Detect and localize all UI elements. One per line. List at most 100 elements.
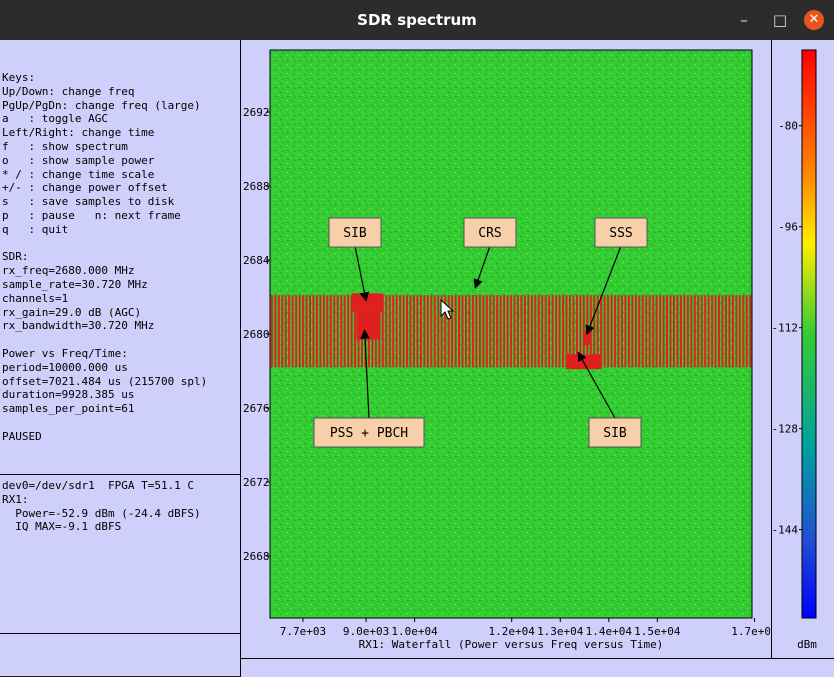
close-icon[interactable]: ✕ — [804, 10, 824, 30]
crs-stripe — [302, 295, 305, 368]
waterfall-panel: 2692 2688 2684 2680 2676 2672 2668 7.7e+03 9.0e+… — [241, 40, 778, 658]
crs-stripe — [662, 295, 665, 368]
crs-stripe — [412, 295, 415, 368]
crs-stripe — [724, 295, 727, 368]
y-tick-label: 2680 — [243, 328, 270, 341]
crs-stripe — [544, 295, 547, 368]
crs-stripe — [430, 295, 433, 368]
crs-stripe — [530, 295, 533, 368]
crs-stripe — [731, 295, 734, 368]
crs-stripe — [322, 295, 325, 368]
crs-stripe — [631, 295, 634, 368]
x-tick-label: 1.5e+04 — [634, 625, 681, 638]
colorbar-tick-label: -144 — [772, 524, 798, 537]
colorbar-panel: -80 -96 -112 -128 -144 dBm — [771, 40, 834, 658]
crs-stripe — [523, 295, 526, 368]
crs-stripe — [492, 295, 495, 368]
crs-stripe — [718, 295, 721, 368]
crs-stripe — [464, 295, 467, 368]
crs-stripe — [537, 295, 540, 368]
device-status: dev0=/dev/sdr1 FPGA T=51.1 C RX1: Power=… — [2, 479, 201, 534]
help-text: Keys: Up/Down: change freq PgUp/PgDn: ch… — [2, 71, 208, 443]
crs-stripe — [669, 295, 672, 368]
crs-stripe — [745, 295, 748, 368]
crs-stripe — [478, 295, 481, 368]
crs-stripe — [298, 295, 301, 368]
crs-stripe — [683, 295, 686, 368]
crs-stripe — [506, 295, 509, 368]
x-tick-label: 1.0e+04 — [391, 625, 438, 638]
crs-stripe — [693, 295, 696, 368]
crs-stripe — [426, 295, 429, 368]
crs-stripe — [312, 295, 315, 368]
crs-stripe — [721, 295, 724, 368]
crs-stripe — [395, 295, 398, 368]
status-separator — [0, 474, 240, 475]
crs-stripe — [520, 295, 523, 368]
signal-region — [356, 311, 381, 340]
crs-stripe — [409, 295, 412, 368]
crs-stripe — [277, 295, 280, 368]
colorbar-tick-label: -112 — [772, 322, 798, 335]
crs-stripe — [340, 295, 343, 368]
crs-stripe — [388, 295, 391, 368]
crs-stripe — [295, 295, 298, 368]
crs-stripe — [707, 295, 710, 368]
crs-stripe — [454, 295, 457, 368]
crs-stripe — [281, 295, 284, 368]
crs-stripe — [274, 295, 277, 368]
crs-stripe — [700, 295, 703, 368]
crs-stripe — [679, 295, 682, 368]
annotation-label: SIB — [603, 426, 627, 441]
crs-stripe — [735, 295, 738, 368]
colorbar: -80 -96 -112 -128 -144 dBm — [772, 49, 817, 651]
crs-stripe — [558, 295, 561, 368]
crs-stripe — [288, 295, 291, 368]
colorbar-scale — [801, 49, 817, 619]
x-tick-label: 1.7e+04 — [731, 625, 770, 638]
crs-stripe — [666, 295, 669, 368]
annotation-label: SIB — [343, 226, 367, 241]
crs-stripe — [548, 295, 551, 368]
sdr-spectrum-window: SDR spectrum – □ ✕ Keys: Up/Down: change… — [0, 0, 834, 677]
crs-stripe — [305, 295, 308, 368]
crs-stripe — [659, 295, 662, 368]
x-tick-label: 9.0e+03 — [343, 625, 389, 638]
crs-stripe — [392, 295, 395, 368]
crs-stripe — [482, 295, 485, 368]
crs-stripe — [641, 295, 644, 368]
crs-stripe — [672, 295, 675, 368]
crs-stripe — [617, 295, 620, 368]
waterfall-chart[interactable]: 2692 2688 2684 2680 2676 2672 2668 7.7e+03 9.0e+… — [241, 40, 778, 658]
crs-stripe — [562, 295, 565, 368]
crs-stripe — [309, 295, 312, 368]
crs-stripe — [624, 295, 627, 368]
crs-stripe — [423, 295, 426, 368]
crs-stripe — [270, 295, 273, 368]
title-bar: SDR spectrum – □ ✕ — [0, 0, 834, 40]
crs-stripe — [607, 295, 610, 368]
bottom-strip — [241, 658, 834, 677]
crs-stripe — [416, 295, 419, 368]
crs-stripe — [489, 295, 492, 368]
y-tick-label: 2676 — [243, 402, 270, 415]
crs-stripe — [343, 295, 346, 368]
annotation-label: SSS — [609, 226, 632, 241]
crs-stripe — [513, 295, 516, 368]
x-tick-label: 1.2e+04 — [489, 625, 536, 638]
crs-stripe — [485, 295, 488, 368]
crs-stripe — [742, 295, 745, 368]
minimize-icon[interactable]: – — [734, 10, 754, 30]
crs-stripe — [645, 295, 648, 368]
crs-stripe — [714, 295, 717, 368]
crs-stripe — [471, 295, 474, 368]
maximize-icon[interactable]: □ — [770, 10, 790, 30]
crs-stripe — [315, 295, 318, 368]
crs-stripe — [728, 295, 731, 368]
crs-stripe — [738, 295, 741, 368]
colorbar-unit: dBm — [797, 638, 817, 651]
crs-stripe — [711, 295, 714, 368]
crs-stripe — [499, 295, 502, 368]
crs-stripe — [527, 295, 530, 368]
x-tick-label: 1.3e+04 — [537, 625, 584, 638]
